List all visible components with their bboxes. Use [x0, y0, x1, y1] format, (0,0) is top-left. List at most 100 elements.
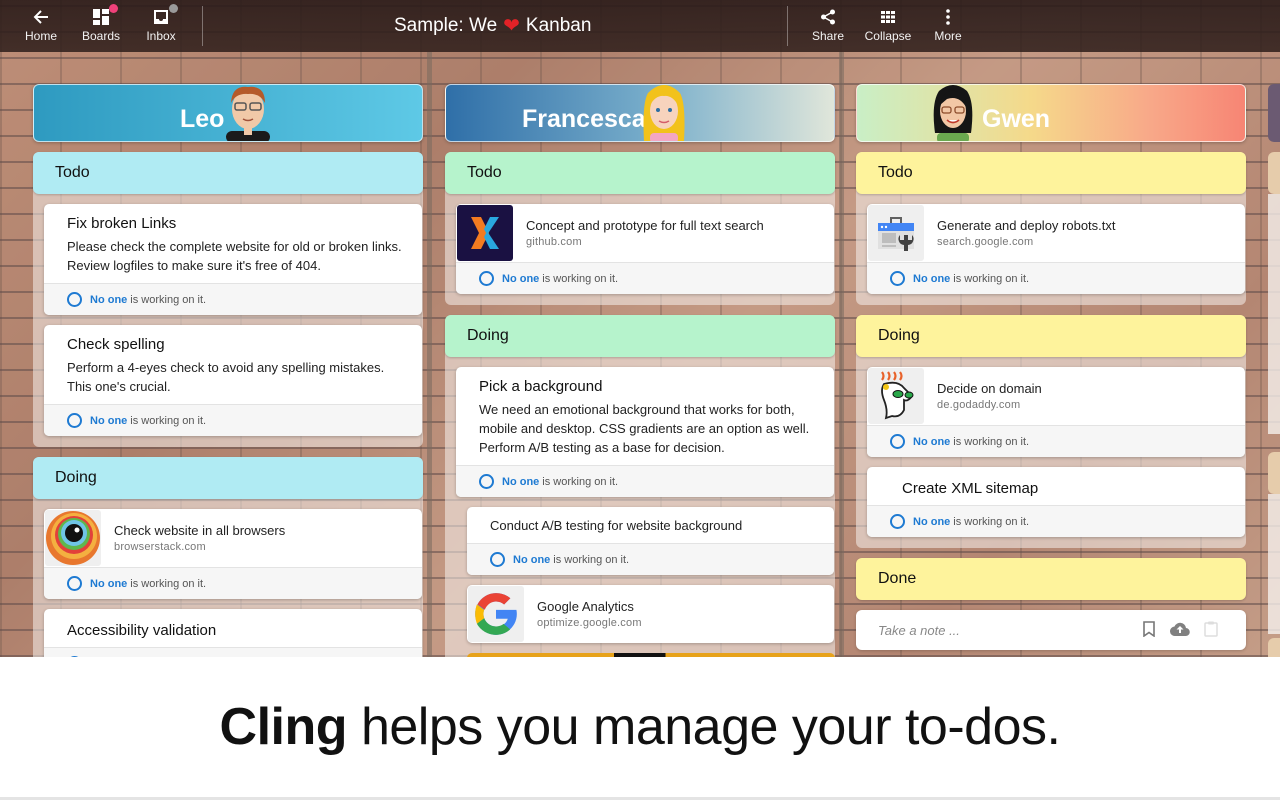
assign-radio[interactable] — [67, 413, 82, 428]
brand-name: Cling — [219, 698, 348, 756]
bookmark-icon[interactable] — [1142, 621, 1156, 640]
card-status: No one is working on it. — [467, 543, 834, 575]
assign-radio[interactable] — [479, 474, 494, 489]
lane-header[interactable]: Doing — [33, 457, 423, 499]
lane-header[interactable]: Todo — [445, 152, 835, 194]
task-card[interactable]: Accessibility validation No one is worki… — [44, 609, 422, 657]
lane-header[interactable]: Doing — [445, 315, 835, 357]
assign-radio[interactable] — [67, 576, 82, 591]
kanban-app: Home Boards Inbox Sample: We ❤ Kanban Sh… — [0, 0, 1280, 657]
link-title: Concept and prototype for full text sear… — [526, 218, 764, 233]
inbox-notification-badge — [169, 4, 178, 13]
caption-text: Cling helps you manage your to-dos. — [220, 697, 1061, 757]
lane-header[interactable]: Todo — [33, 152, 423, 194]
collapse-button[interactable]: Collapse — [858, 0, 918, 52]
boards-notification-badge — [109, 4, 118, 13]
person-name: Gwen — [982, 105, 1051, 133]
assign-radio[interactable] — [890, 434, 905, 449]
share-icon — [818, 8, 838, 26]
person-header-gwen[interactable]: Gwen — [856, 84, 1246, 142]
subtask-card[interactable]: Conduct A/B testing for website backgrou… — [467, 507, 834, 575]
link-domain: de.godaddy.com — [937, 399, 1021, 411]
link-card[interactable]: Decide on domain de.godaddy.com No one i… — [867, 367, 1245, 457]
link-domain: github.com — [526, 236, 582, 248]
person-header-leo[interactable]: Leo — [33, 84, 423, 142]
card-title: Create XML sitemap — [902, 480, 1039, 497]
link-card[interactable]: Generate and deploy robots.txt search.go… — [867, 204, 1245, 294]
assign-radio[interactable] — [890, 271, 905, 286]
card-status: No one is working on it. — [456, 465, 834, 497]
assignee-link[interactable]: No one — [502, 273, 539, 285]
lane-doing: Doing — [856, 315, 1246, 548]
task-card[interactable]: Fix broken Links Please check the comple… — [44, 204, 422, 315]
link-title: Generate and deploy robots.txt — [937, 218, 1116, 233]
task-card[interactable]: Pick a background We need an emotional b… — [456, 367, 834, 497]
card-title: Fix broken Links — [67, 215, 177, 232]
assignee-link[interactable]: No one — [90, 578, 127, 590]
link-card[interactable]: Check website in all browsers browsersta… — [44, 509, 422, 599]
link-domain: search.google.com — [937, 236, 1034, 248]
boards-button[interactable]: Boards — [71, 0, 131, 52]
link-card[interactable]: Google Analytics optimize.google.com — [467, 585, 834, 643]
dashboard-icon — [91, 4, 118, 26]
next-column-body — [1268, 194, 1280, 434]
card-status: No one is working on it. — [44, 404, 422, 436]
google-logo-icon — [468, 586, 524, 642]
next-column-lane — [1268, 152, 1280, 194]
inbox-label: Inbox — [146, 29, 176, 43]
caption-tagline: helps you manage your to-dos. — [360, 698, 1061, 756]
assign-radio[interactable] — [67, 656, 82, 657]
task-card[interactable]: Check spelling Perform a 4-eyes check to… — [44, 325, 422, 436]
heart-icon: ❤ — [503, 15, 520, 37]
task-card[interactable]: Create XML sitemap No one is working on … — [867, 467, 1245, 537]
assignee-link[interactable]: No one — [913, 516, 950, 528]
next-column-body — [1268, 494, 1280, 634]
lane-header[interactable]: Todo — [856, 152, 1246, 194]
avatar-francesca — [643, 85, 685, 141]
assign-radio[interactable] — [479, 271, 494, 286]
share-button[interactable]: Share — [798, 0, 858, 52]
take-note-input[interactable]: Take a note ... — [856, 610, 1246, 650]
board-title: Sample: We ❤ Kanban — [394, 15, 591, 37]
assign-radio[interactable] — [490, 552, 505, 567]
person-name: Leo — [180, 105, 225, 133]
lane-header[interactable]: Done — [856, 558, 1246, 600]
column-divider — [427, 52, 432, 657]
assignee-link[interactable]: No one — [502, 476, 539, 488]
assign-radio[interactable] — [890, 514, 905, 529]
lane-todo: Todo Generate and deploy robots.txt sear… — [856, 152, 1246, 305]
board-title-suffix: Kanban — [525, 15, 592, 36]
person-name: Francesca — [522, 105, 646, 133]
share-label: Share — [811, 29, 845, 43]
status-text: is working on it. — [542, 475, 619, 488]
column-divider — [839, 52, 844, 657]
lane-header[interactable]: Doing — [856, 315, 1246, 357]
column-francesca: Francesca Todo Concept and prototype for… — [445, 84, 835, 657]
link-domain: browserstack.com — [114, 541, 206, 553]
board-title-prefix: Sample: We — [394, 15, 498, 36]
card-status: No one is working on it. — [867, 262, 1245, 294]
home-button[interactable]: Home — [11, 0, 71, 52]
clipboard-icon[interactable] — [1204, 621, 1218, 640]
more-label: More — [934, 29, 962, 43]
assignee-link[interactable]: No one — [913, 273, 950, 285]
godaddy-logo-icon — [868, 368, 924, 424]
assignee-link[interactable]: No one — [913, 436, 950, 448]
lane-done: Done Take a note ... — [856, 558, 1246, 650]
link-card[interactable]: Concept and prototype for full text sear… — [456, 204, 834, 294]
assignee-link[interactable]: No one — [90, 415, 127, 427]
person-header-francesca[interactable]: Francesca — [445, 84, 835, 142]
next-column-header[interactable] — [1268, 84, 1280, 142]
search-console-logo-icon — [868, 205, 924, 261]
cloud-upload-icon[interactable] — [1169, 621, 1190, 640]
boards-label: Boards — [81, 29, 121, 43]
toolbar-divider — [202, 6, 203, 46]
link-domain: optimize.google.com — [537, 617, 642, 629]
top-toolbar: Home Boards Inbox Sample: We ❤ Kanban Sh… — [0, 0, 1280, 52]
assignee-link[interactable]: No one — [90, 294, 127, 306]
inbox-button[interactable]: Inbox — [131, 0, 191, 52]
more-button[interactable]: More — [918, 0, 978, 52]
assign-radio[interactable] — [67, 292, 82, 307]
status-text: is working on it. — [542, 272, 619, 285]
assignee-link[interactable]: No one — [513, 554, 550, 566]
